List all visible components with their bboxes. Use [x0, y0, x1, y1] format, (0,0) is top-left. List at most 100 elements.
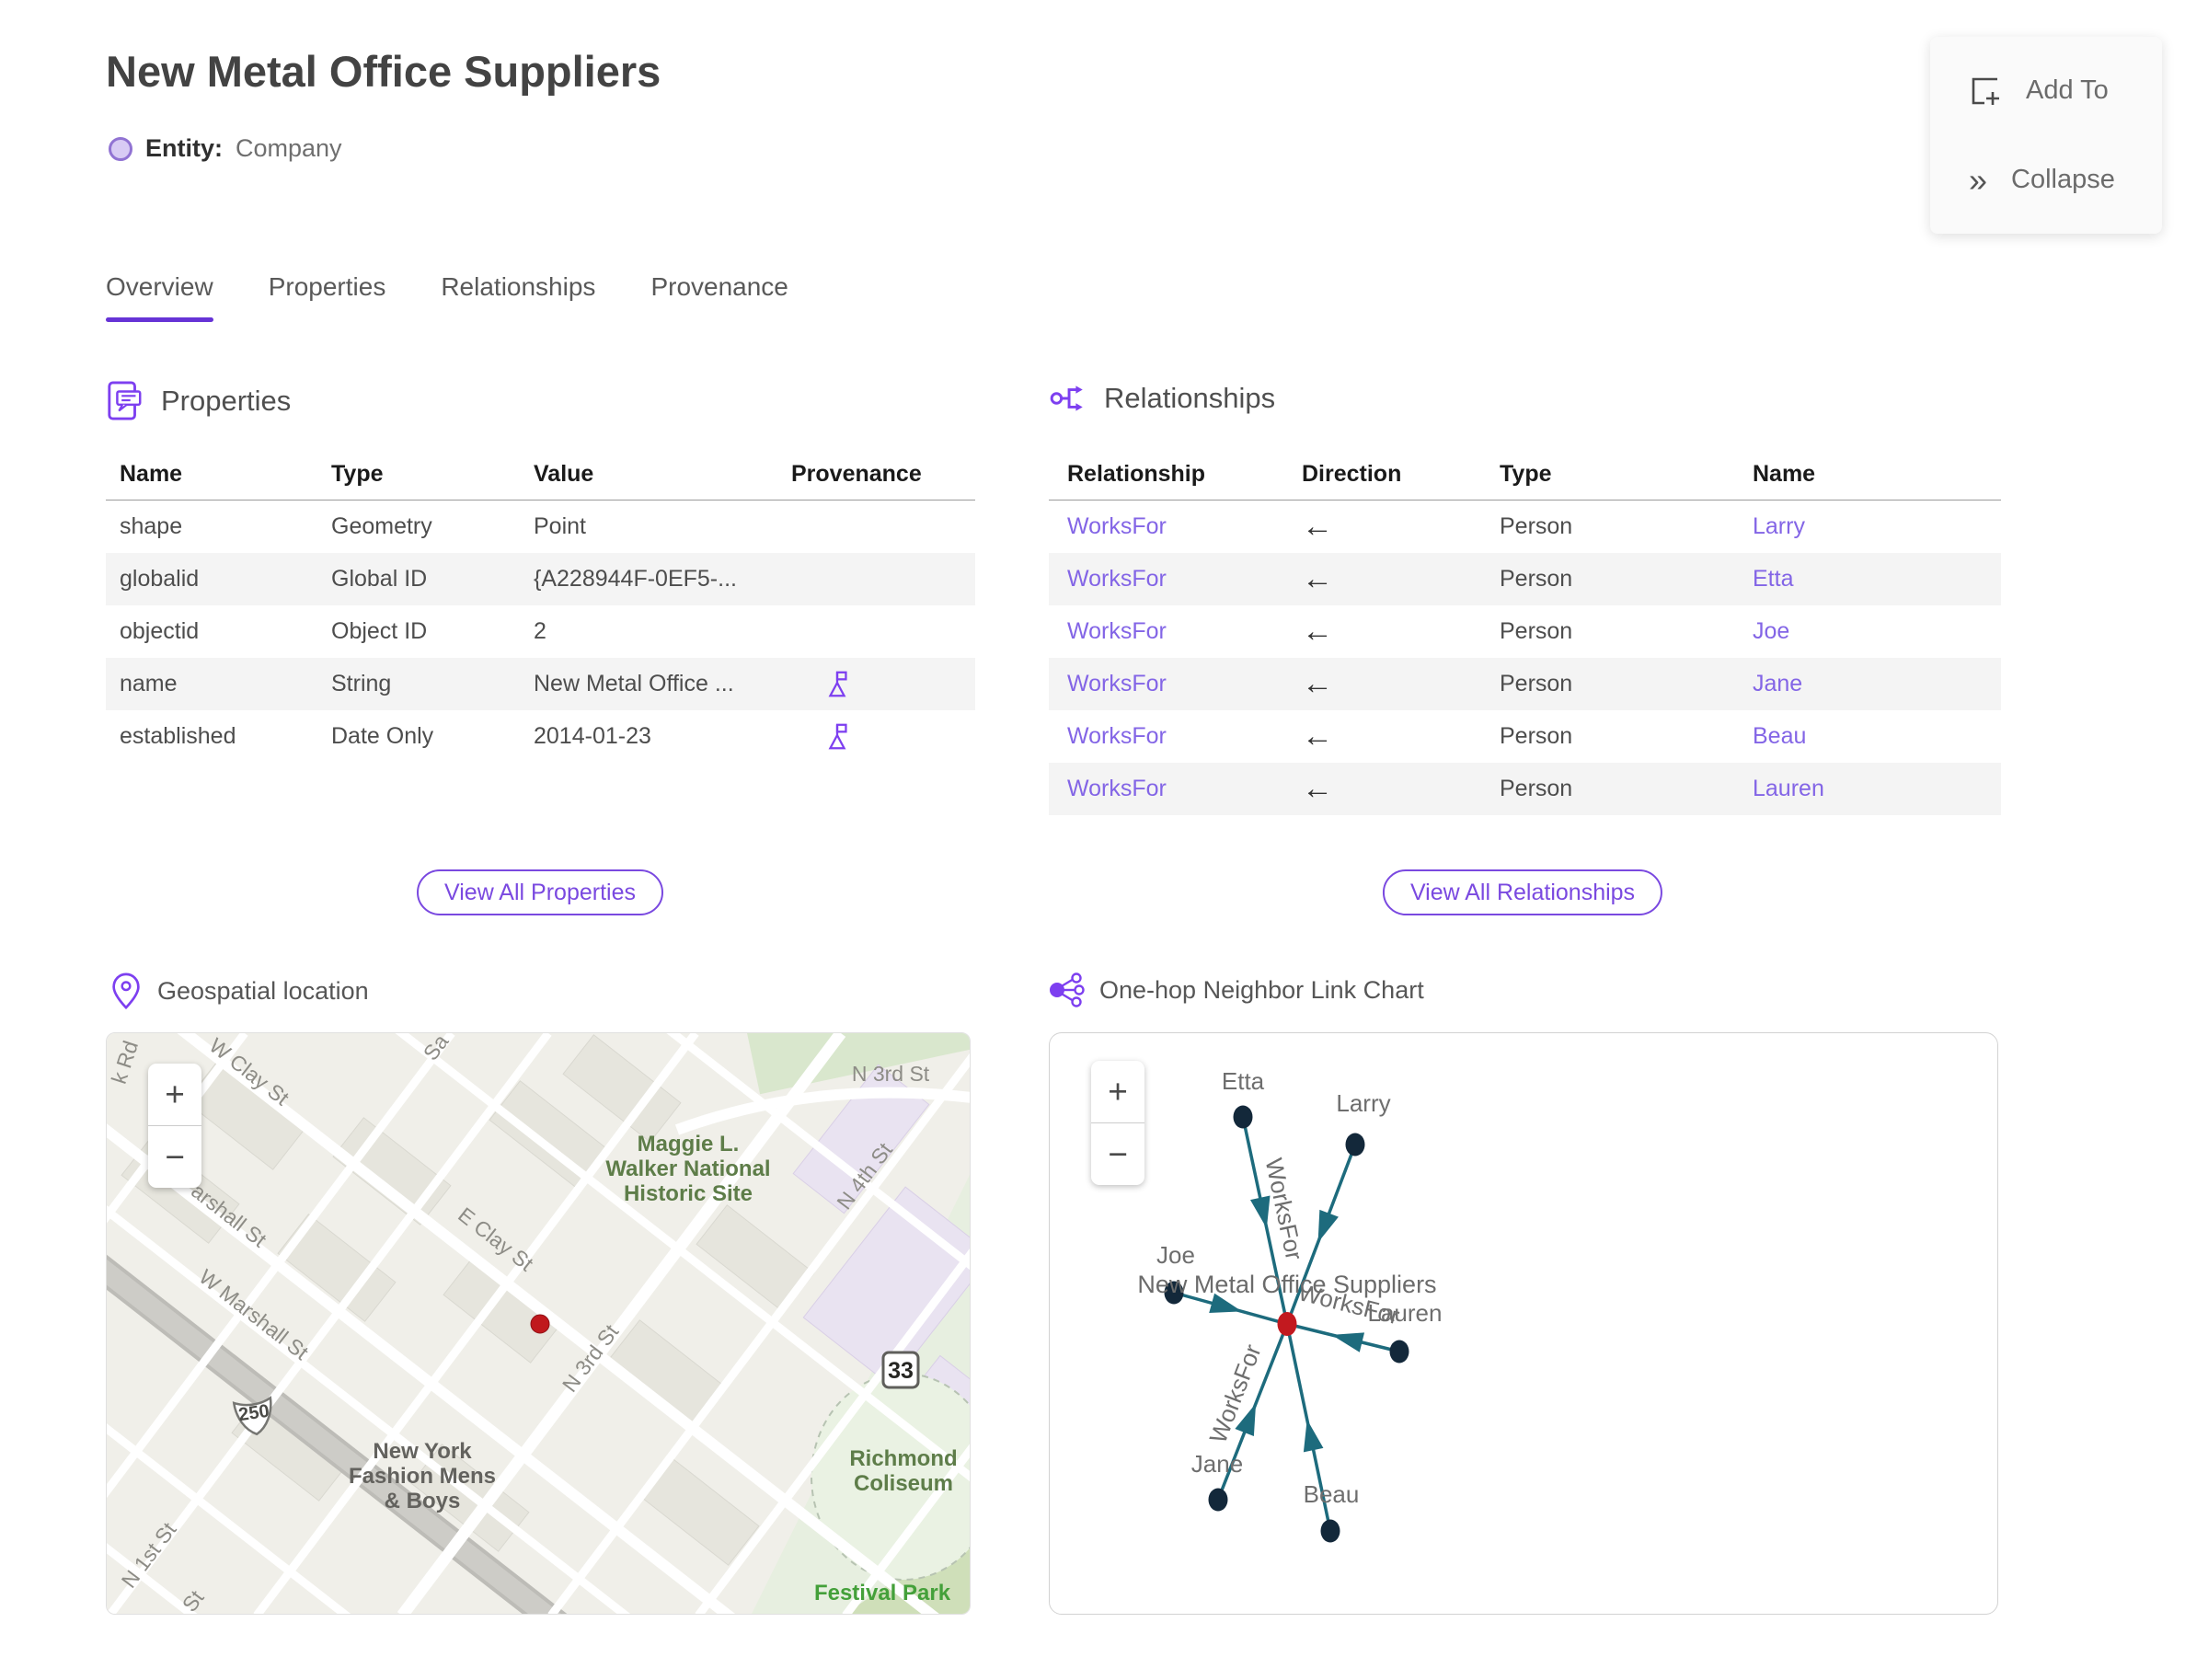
map-pin-icon [112, 972, 140, 1010]
edge-arrowhead [1317, 1209, 1339, 1243]
related-entity-link[interactable]: Joe [1753, 618, 1789, 644]
node-beau[interactable] [1320, 1519, 1340, 1543]
property-value: {A228944F-0EF5-... [534, 566, 737, 592]
one-hop-network-icon [1050, 972, 1085, 1007]
relationship-type: Person [1500, 618, 1573, 644]
direction-arrow: ← [1302, 614, 1333, 649]
column-header: Value [534, 461, 594, 487]
view-all-relationships-button[interactable]: View All Relationships [1382, 869, 1663, 915]
link-chart-section-header: One-hop Neighbor Link Chart [1049, 972, 1424, 1008]
tab-provenance[interactable]: Provenance [650, 272, 788, 322]
entity-type-row: Entity: Company [109, 134, 342, 163]
relationships-section-title: Relationships [1104, 382, 1276, 414]
property-provenance-cell [791, 669, 975, 700]
property-row: shape Geometry Point [106, 501, 975, 553]
property-name: shape [120, 513, 183, 539]
direction-arrow: ← [1302, 561, 1333, 596]
property-name: name [120, 671, 178, 696]
column-header: Relationship [1067, 461, 1206, 487]
svg-text:250: 250 [237, 1401, 270, 1425]
provenance-flag-icon[interactable] [822, 669, 853, 700]
direction-arrow: ← [1302, 509, 1333, 544]
property-value: 2 [534, 618, 546, 644]
svg-text:33: 33 [888, 1358, 914, 1384]
node-label: Larry [1336, 1089, 1390, 1117]
property-type: Geometry [331, 513, 432, 539]
properties-table-body: shape Geometry Point globalid Global ID {A228… [106, 501, 975, 763]
relationship-link[interactable]: WorksFor [1067, 776, 1167, 801]
relationship-link[interactable]: WorksFor [1067, 723, 1167, 749]
actions-card: Add To » Collapse [1930, 37, 2162, 234]
relationship-link[interactable]: WorksFor [1067, 618, 1167, 644]
chart-zoom-in-button[interactable]: + [1091, 1061, 1144, 1122]
relationship-row: WorksFor ← Person Jane [1049, 658, 2001, 710]
relationship-link[interactable]: WorksFor [1067, 671, 1167, 696]
relationship-type: Person [1500, 566, 1573, 592]
properties-table-header: Name Type Value Provenance [106, 449, 975, 501]
street-label: N 3rd St [852, 1062, 930, 1086]
link-chart-section-title: One-hop Neighbor Link Chart [1099, 975, 1424, 1004]
relationship-type: Person [1500, 513, 1573, 539]
collapse-icon: » [1969, 160, 1988, 199]
view-all-properties-button[interactable]: View All Properties [417, 869, 663, 915]
tab-relationships[interactable]: Relationships [441, 272, 595, 322]
tab-bar: Overview Properties Relationships Provenanc… [106, 272, 788, 322]
property-name: objectid [120, 618, 200, 644]
related-entity-link[interactable]: Beau [1753, 723, 1806, 749]
link-chart-panel[interactable]: WorksFor WorksFor WorksFor Etta Larry Joe Jane… [1049, 1032, 1998, 1615]
page-title: New Metal Office Suppliers [106, 47, 661, 96]
relationship-type: Person [1500, 671, 1573, 696]
node-center[interactable] [1277, 1312, 1297, 1336]
collapse-button[interactable]: » Collapse [1969, 160, 2162, 199]
column-header: Name [120, 461, 183, 487]
property-name: globalid [120, 566, 200, 592]
add-to-button[interactable]: Add To [1969, 75, 2162, 108]
tab-overview[interactable]: Overview [106, 272, 213, 322]
map-panel[interactable]: 250 33 k Rd W Clay St Sa arshall St W Marshall… [106, 1032, 971, 1615]
related-entity-link[interactable]: Jane [1753, 671, 1802, 696]
poi-label: Festival Park [814, 1581, 951, 1605]
related-entity-link[interactable]: Larry [1753, 513, 1805, 539]
add-to-label: Add To [2026, 75, 2109, 105]
property-name: established [120, 723, 236, 749]
map-canvas[interactable]: 25033k Rd W Clay St Saarshall StW Marshall… [107, 1033, 971, 1615]
relationship-link[interactable]: WorksFor [1067, 566, 1167, 592]
column-header: Name [1753, 461, 1816, 487]
node-larry[interactable] [1345, 1133, 1365, 1156]
direction-arrow: ← [1302, 666, 1333, 701]
column-header: Type [1500, 461, 1552, 487]
entity-type-icon [109, 136, 132, 161]
provenance-flag-icon[interactable] [822, 721, 853, 753]
node-etta[interactable] [1233, 1105, 1253, 1129]
property-value: Point [534, 513, 586, 539]
column-header: Provenance [791, 461, 922, 487]
node-label: Beau [1304, 1480, 1360, 1508]
related-entity-link[interactable]: Etta [1753, 566, 1793, 592]
entity-label: Entity: [145, 134, 223, 162]
property-provenance-cell [791, 721, 975, 753]
relationships-section-header: Relationships [1049, 379, 1275, 418]
chart-zoom-control: + − [1091, 1061, 1144, 1185]
chart-zoom-out-button[interactable]: − [1091, 1122, 1144, 1185]
center-node-label: New Metal Office Suppliers [1137, 1271, 1436, 1298]
map-zoom-out-button[interactable]: − [148, 1125, 201, 1188]
relationship-row: WorksFor ← Person Lauren [1049, 763, 2001, 815]
property-value: New Metal Office ... [534, 671, 734, 696]
node-label: Jane [1191, 1450, 1243, 1478]
tab-properties[interactable]: Properties [269, 272, 386, 322]
direction-arrow: ← [1302, 719, 1333, 754]
map-marker[interactable] [530, 1314, 550, 1334]
map-zoom-in-button[interactable]: + [148, 1064, 201, 1125]
related-entity-link[interactable]: Lauren [1753, 776, 1824, 801]
node-lauren[interactable] [1389, 1340, 1409, 1364]
relationship-row: WorksFor ← Person Etta [1049, 553, 2001, 605]
property-row: established Date Only 2014-01-23 [106, 710, 975, 763]
properties-section-title: Properties [161, 385, 292, 417]
relationships-table: Relationship Direction Type Name WorksFo… [1049, 449, 2001, 815]
link-chart-canvas[interactable]: WorksForWorksForWorksForEttaLarryJoeJane… [1050, 1033, 1997, 1614]
relationship-link[interactable]: WorksFor [1067, 513, 1167, 539]
column-header: Type [331, 461, 384, 487]
node-jane[interactable] [1208, 1488, 1228, 1512]
property-row: name String New Metal Office ... [106, 658, 975, 710]
properties-section-header: Properties [106, 379, 291, 423]
